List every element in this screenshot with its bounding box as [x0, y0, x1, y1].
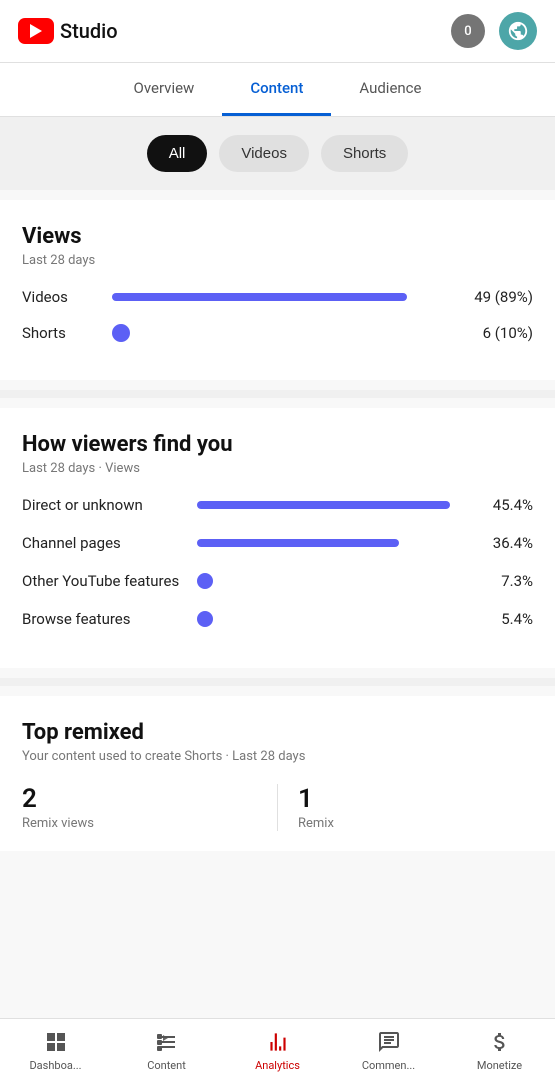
main-tabs: Overview Content Audience: [0, 63, 555, 117]
viewer-other-bar-container: [197, 573, 478, 589]
nav-comments[interactable]: Commen...: [333, 1029, 444, 1072]
views-shorts-bar-container: [112, 329, 443, 337]
views-shorts-row: Shorts 6 (10%): [22, 324, 533, 342]
bottom-nav: Dashboa... Content Analytics: [0, 1018, 555, 1080]
app-header: Studio 0: [0, 0, 555, 63]
divider-1: [0, 390, 555, 398]
views-subtitle: Last 28 days: [22, 253, 533, 268]
tab-audience[interactable]: Audience: [331, 63, 449, 116]
remixed-views-label: Remix views: [22, 816, 257, 831]
header-actions: 0: [451, 12, 537, 50]
viewer-direct-bar: [197, 501, 450, 509]
remixed-remix-number: 1: [298, 784, 533, 814]
viewers-title: How viewers find you: [22, 432, 533, 457]
viewer-channel-row: Channel pages 36.4%: [22, 534, 533, 552]
views-shorts-dot: [112, 324, 130, 342]
remixed-card: Top remixed Your content used to create …: [0, 696, 555, 851]
nav-content[interactable]: Content: [111, 1029, 222, 1072]
studio-label: Studio: [60, 19, 118, 43]
viewer-direct-pct: 45.4%: [478, 496, 533, 514]
viewer-other-pct: 7.3%: [478, 572, 533, 590]
monetize-icon: [487, 1029, 513, 1055]
nav-content-label: Content: [147, 1059, 186, 1072]
nav-analytics-label: Analytics: [255, 1059, 300, 1072]
filter-pills: All Videos Shorts: [0, 117, 555, 190]
notification-badge[interactable]: 0: [451, 14, 485, 48]
header-logo-area: Studio: [18, 18, 118, 44]
avatar[interactable]: [499, 12, 537, 50]
viewers-card: How viewers find you Last 28 days · View…: [0, 408, 555, 668]
nav-monetize-label: Monetize: [477, 1059, 522, 1072]
analytics-icon: [265, 1029, 291, 1055]
viewer-browse-bar-container: [197, 611, 478, 627]
views-title: Views: [22, 224, 533, 249]
youtube-studio-logo: Studio: [18, 18, 118, 44]
filter-videos[interactable]: Videos: [219, 135, 309, 172]
views-card: Views Last 28 days Videos 49 (89%) Short…: [0, 200, 555, 380]
viewer-direct-row: Direct or unknown 45.4%: [22, 496, 533, 514]
nav-monetize[interactable]: Monetize: [444, 1029, 555, 1072]
viewer-channel-bar: [197, 539, 399, 547]
remixed-title: Top remixed: [22, 720, 533, 745]
viewer-browse-dot: [197, 611, 213, 627]
views-videos-row: Videos 49 (89%): [22, 288, 533, 306]
nav-dashboard-label: Dashboa...: [29, 1059, 81, 1072]
remixed-views-number: 2: [22, 784, 257, 814]
globe-icon: [507, 20, 529, 42]
remixed-stat-remix: 1 Remix: [277, 784, 533, 831]
views-shorts-value: 6 (10%): [453, 324, 533, 342]
youtube-play-icon: [18, 18, 54, 44]
nav-dashboard[interactable]: Dashboa...: [0, 1029, 111, 1072]
viewer-channel-bar-container: [197, 539, 478, 547]
tab-overview[interactable]: Overview: [106, 63, 223, 116]
viewer-channel-pct: 36.4%: [478, 534, 533, 552]
filter-all[interactable]: All: [147, 135, 208, 172]
remixed-stats: 2 Remix views 1 Remix: [22, 784, 533, 831]
remixed-remix-label: Remix: [298, 816, 533, 831]
views-videos-bar: [112, 293, 407, 301]
remixed-stat-views: 2 Remix views: [22, 784, 277, 831]
content-icon: [154, 1029, 180, 1055]
viewer-other-label: Other YouTube features: [22, 572, 197, 590]
viewer-direct-bar-container: [197, 501, 478, 509]
nav-comments-label: Commen...: [362, 1059, 415, 1072]
views-videos-value: 49 (89%): [453, 288, 533, 306]
remixed-subtitle: Your content used to create Shorts · Las…: [22, 749, 533, 764]
comments-icon: [376, 1029, 402, 1055]
viewer-other-dot: [197, 573, 213, 589]
views-shorts-label: Shorts: [22, 324, 102, 342]
filter-shorts[interactable]: Shorts: [321, 135, 408, 172]
viewer-other-row: Other YouTube features 7.3%: [22, 572, 533, 590]
nav-analytics[interactable]: Analytics: [222, 1029, 333, 1072]
viewers-subtitle: Last 28 days · Views: [22, 461, 533, 476]
divider-2: [0, 678, 555, 686]
views-videos-label: Videos: [22, 288, 102, 306]
viewer-channel-label: Channel pages: [22, 534, 197, 552]
viewer-direct-label: Direct or unknown: [22, 496, 197, 514]
viewer-browse-pct: 5.4%: [478, 610, 533, 628]
dashboard-icon: [43, 1029, 69, 1055]
viewer-browse-row: Browse features 5.4%: [22, 610, 533, 628]
tab-content[interactable]: Content: [222, 63, 331, 116]
views-videos-bar-container: [112, 293, 443, 301]
viewer-browse-label: Browse features: [22, 610, 197, 628]
